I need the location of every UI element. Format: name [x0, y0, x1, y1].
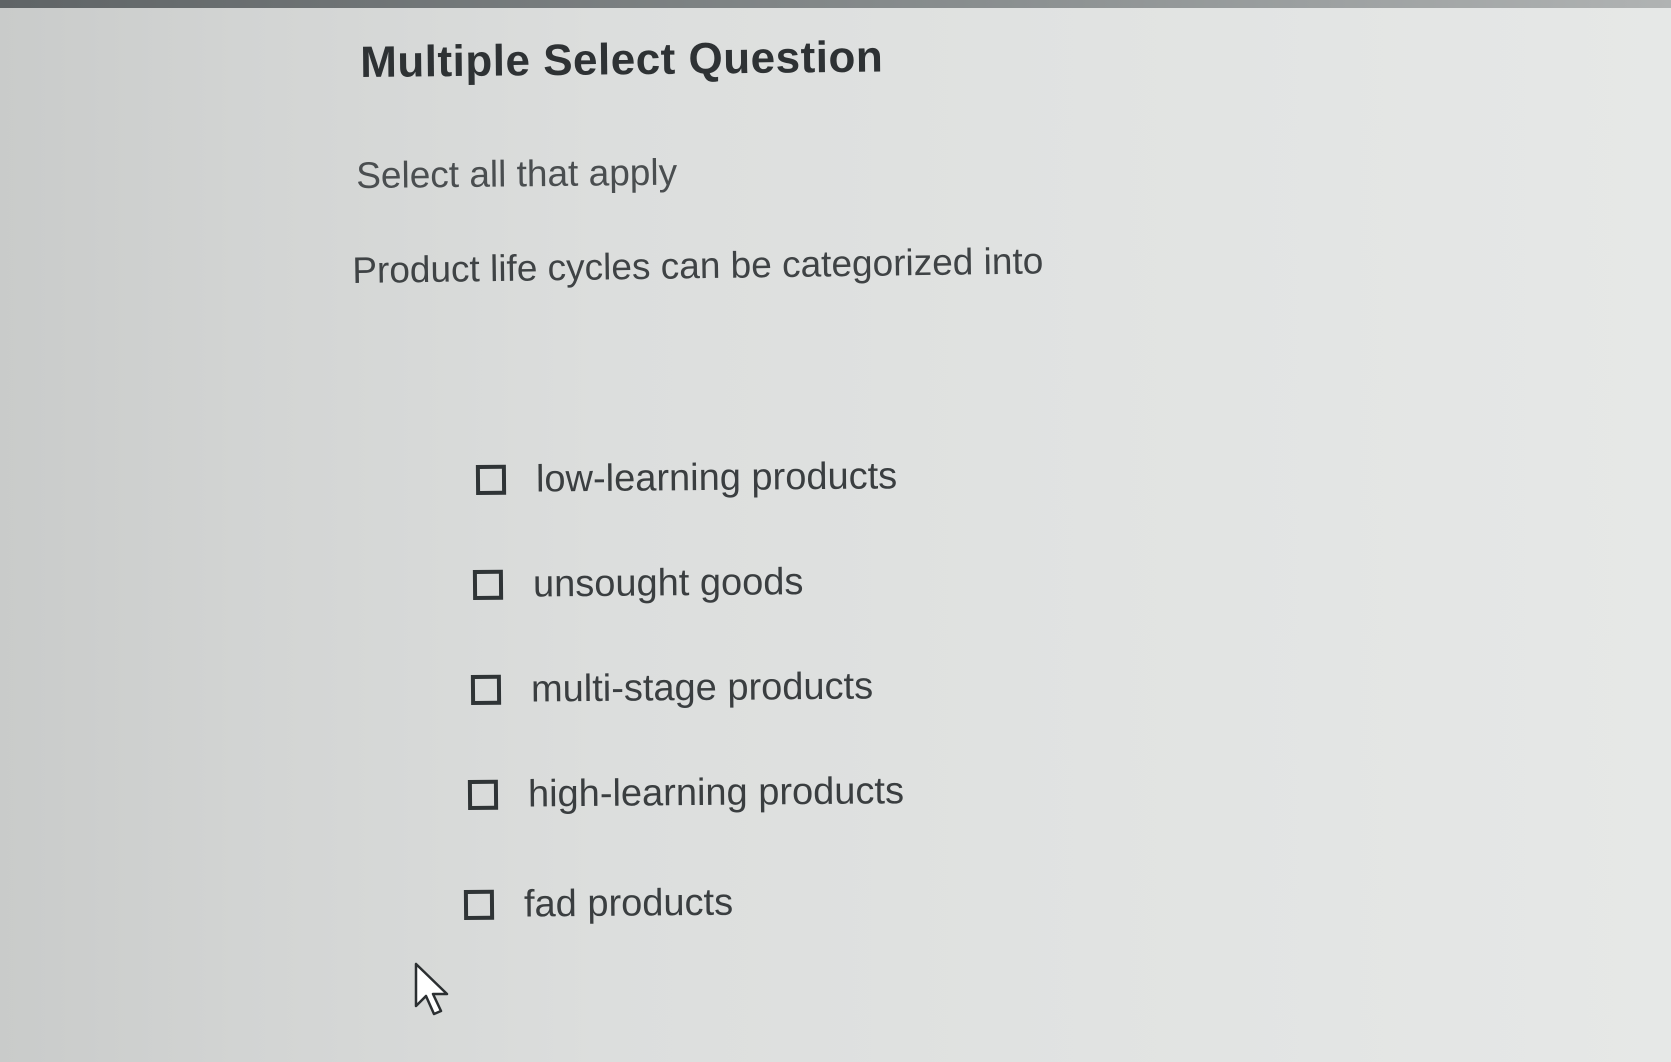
checkbox-icon[interactable]: [467, 779, 499, 810]
option-label[interactable]: unsought goods: [533, 561, 804, 606]
mouse-pointer-icon: [414, 962, 449, 1016]
checkbox-icon[interactable]: [470, 674, 502, 705]
checkbox-icon[interactable]: [475, 464, 507, 495]
option-label[interactable]: fad products: [524, 881, 734, 926]
instruction-text: Select all that apply: [356, 151, 678, 196]
question-prompt: Product life cycles can be categorized i…: [352, 240, 1044, 291]
option-low-learning-products[interactable]: low-learning products: [475, 451, 898, 505]
answer-options-list: low-learning products unsought goods mul…: [0, 0, 1671, 1062]
option-high-learning-products[interactable]: high-learning products: [467, 766, 904, 820]
option-label[interactable]: multi-stage products: [531, 665, 874, 711]
question-panel: Multiple Select Question Select all that…: [0, 0, 1671, 1062]
option-fad-products[interactable]: fad products: [463, 878, 734, 930]
option-label[interactable]: low-learning products: [536, 455, 898, 501]
option-unsought-goods[interactable]: unsought goods: [472, 557, 804, 610]
question-type-title: Multiple Select Question: [360, 32, 884, 87]
checkbox-icon[interactable]: [472, 569, 504, 600]
checkbox-icon[interactable]: [463, 889, 495, 920]
option-label[interactable]: high-learning products: [528, 770, 904, 816]
option-multi-stage-products[interactable]: multi-stage products: [470, 661, 874, 715]
